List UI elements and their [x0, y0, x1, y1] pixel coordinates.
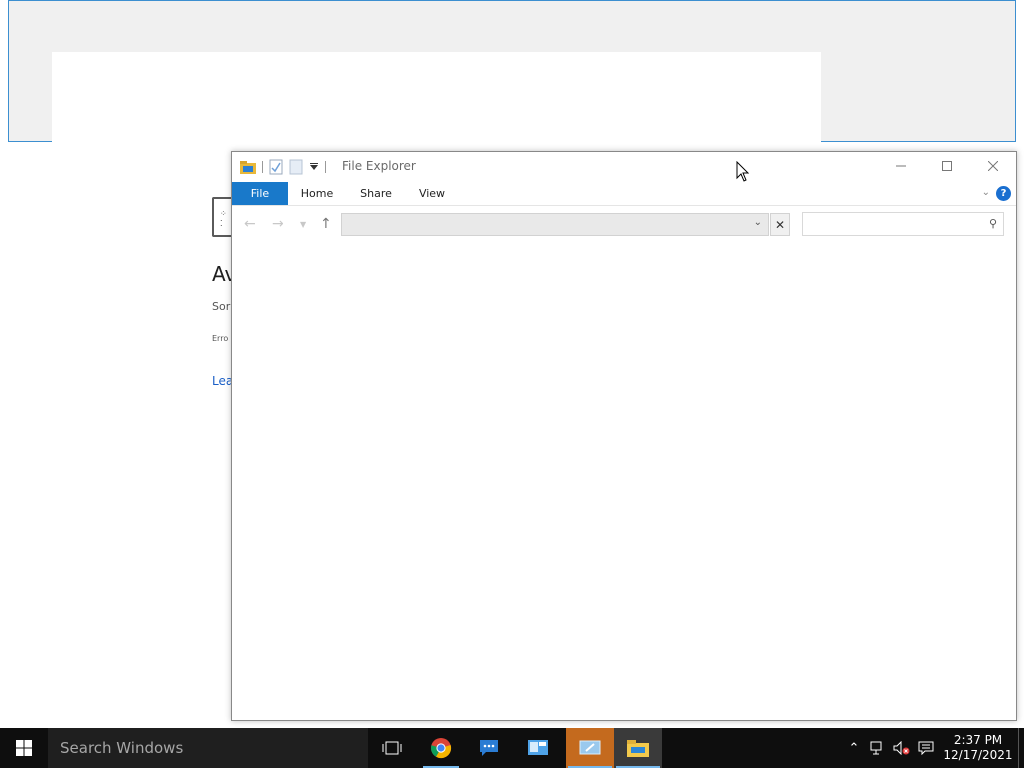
system-tray: ⌃ 2:37 PM 12/17/2021: [842, 728, 1024, 768]
back-arrow-icon[interactable]: ←: [244, 216, 256, 232]
taskbar-remote-desktop-button[interactable]: [566, 728, 614, 768]
taskbar-chrome-button[interactable]: [421, 728, 461, 768]
navigation-bar: ← → ▼ ↑ ⌄ ✕ ⚲: [232, 208, 1016, 240]
network-icon[interactable]: [866, 728, 890, 768]
notifications-icon[interactable]: [914, 728, 938, 768]
chevron-down-icon[interactable]: [309, 162, 319, 172]
close-button[interactable]: [970, 152, 1016, 180]
background-window[interactable]: [8, 0, 1016, 142]
show-desktop-button[interactable]: [1018, 728, 1024, 768]
qat-separator: [325, 161, 326, 173]
taskbar: Search Windows ⌃ 2:37 PM 12/17/2021: [0, 728, 1024, 768]
taskbar-search-input[interactable]: Search Windows: [48, 728, 368, 768]
clock[interactable]: 2:37 PM 12/17/2021: [938, 733, 1018, 763]
quick-access-toolbar: [240, 158, 326, 176]
chrome-icon: [430, 738, 452, 759]
tab-view[interactable]: View: [408, 182, 456, 205]
search-input[interactable]: ⚲: [802, 212, 1004, 236]
close-icon: [988, 161, 998, 171]
task-view-icon: [382, 741, 402, 755]
title-bar[interactable]: File Explorer: [232, 152, 1016, 182]
tab-home[interactable]: Home: [292, 182, 342, 205]
error-code: Erro: [212, 334, 229, 343]
new-folder-icon[interactable]: [289, 159, 303, 175]
maximize-icon: [942, 161, 952, 171]
qat-separator: [262, 161, 263, 173]
folder-icon: [627, 740, 649, 757]
expand-ribbon-icon[interactable]: ⌄: [982, 187, 990, 198]
clock-time: 2:37 PM: [953, 733, 1003, 747]
taskbar-chat-button[interactable]: [469, 728, 509, 768]
clock-date: 12/17/2021: [943, 748, 1013, 762]
minimize-button[interactable]: [878, 152, 924, 180]
up-arrow-icon[interactable]: ↑: [320, 216, 332, 232]
chat-icon: [480, 740, 498, 756]
background-window-content: [52, 52, 821, 142]
mouse-cursor-icon: [736, 161, 750, 182]
maximize-button[interactable]: [924, 152, 970, 180]
window-title: File Explorer: [342, 159, 416, 173]
taskbar-control-panel-button[interactable]: [518, 728, 558, 768]
address-dropdown-icon[interactable]: ⌄: [754, 217, 762, 228]
volume-muted-icon[interactable]: [890, 728, 914, 768]
windows-logo-icon: [16, 740, 32, 756]
search-icon: ⚲: [988, 217, 997, 230]
tab-file[interactable]: File: [232, 182, 288, 205]
show-hidden-icons-icon[interactable]: ⌃: [842, 728, 866, 768]
start-button[interactable]: [0, 728, 48, 768]
folder-icon[interactable]: [240, 160, 256, 174]
file-explorer-window[interactable]: File Explorer File Home Share View ⌄ ? ←…: [231, 151, 1017, 721]
help-icon[interactable]: ?: [996, 186, 1011, 201]
error-subtitle: Sor: [212, 300, 231, 313]
taskbar-file-explorer-button[interactable]: [614, 728, 662, 768]
ribbon-tabs: File Home Share View ⌄ ?: [232, 182, 1016, 206]
close-icon: ✕: [774, 217, 786, 232]
recent-locations-icon[interactable]: ▼: [300, 220, 306, 229]
task-view-button[interactable]: [372, 728, 412, 768]
forward-arrow-icon[interactable]: →: [272, 216, 284, 232]
clear-address-button[interactable]: ✕: [770, 213, 790, 236]
control-panel-icon: [528, 740, 548, 755]
properties-icon[interactable]: [269, 159, 283, 175]
address-bar[interactable]: ⌄: [341, 213, 769, 236]
minimize-icon: [896, 165, 906, 167]
remote-desktop-icon: [579, 740, 601, 755]
tab-share[interactable]: Share: [348, 182, 404, 205]
